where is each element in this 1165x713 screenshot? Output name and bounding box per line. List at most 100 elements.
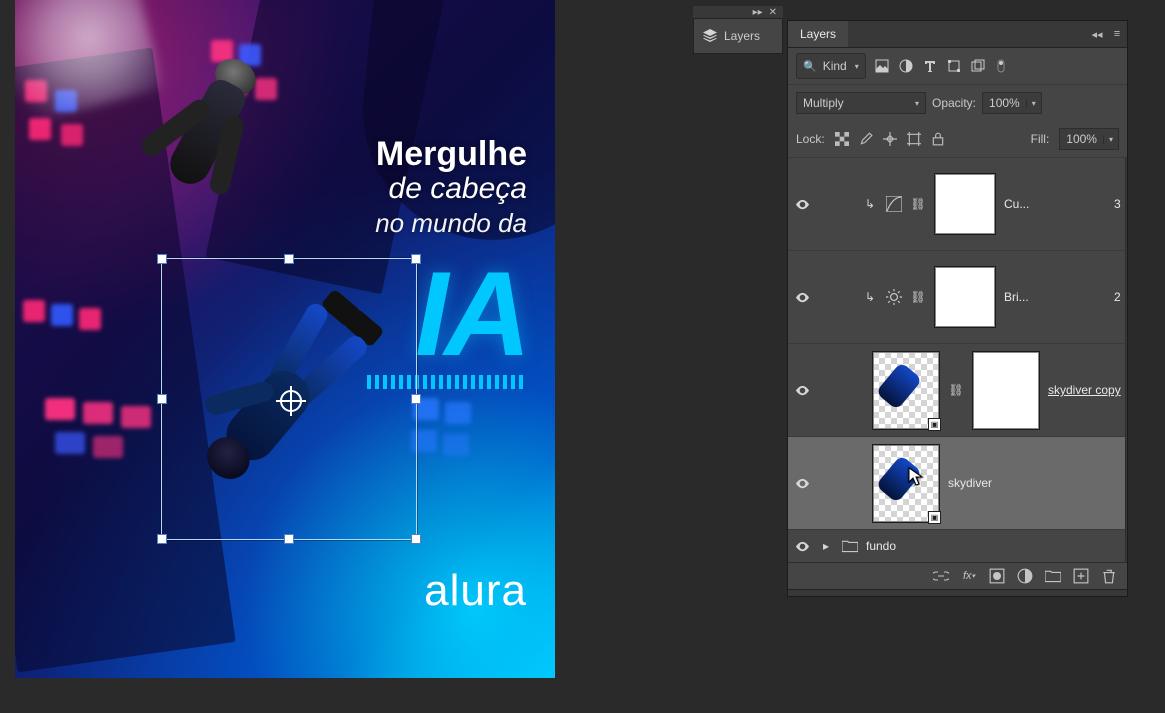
filter-kind-dropdown[interactable]: 🔍 Kind ▾	[796, 53, 866, 79]
chevron-down-icon: ▾	[915, 99, 919, 108]
search-icon: 🔍	[803, 60, 817, 73]
link-icon[interactable]: ⛓	[910, 290, 926, 304]
smart-object-badge-icon: ▣	[928, 418, 941, 431]
panel-tabs: Layers ◂◂ ≡	[788, 21, 1127, 48]
chevron-down-icon: ▾	[855, 62, 859, 71]
visibility-toggle[interactable]	[794, 539, 810, 554]
layer-row[interactable]: ▣ ⛓ skydiver copy	[788, 343, 1125, 436]
filter-type-icon[interactable]	[922, 58, 938, 74]
layer-name-label[interactable]: skydiver copy	[1048, 383, 1121, 397]
mask-thumbnail[interactable]	[934, 173, 996, 235]
opacity-label: Opacity:	[932, 96, 976, 110]
layer-name-label[interactable]: Cu...	[1004, 197, 1106, 211]
delete-layer-icon[interactable]	[1101, 568, 1117, 584]
layer-name-extra: 2	[1114, 290, 1121, 304]
opacity-input[interactable]: 100% ▾	[982, 92, 1042, 114]
lock-position-icon[interactable]	[883, 132, 897, 146]
add-adjustment-icon[interactable]	[1017, 568, 1033, 584]
visibility-toggle[interactable]	[794, 197, 810, 212]
transform-handle[interactable]	[157, 394, 167, 404]
fill-value: 100%	[1060, 132, 1103, 146]
transform-handle[interactable]	[411, 534, 421, 544]
lock-brush-icon[interactable]	[859, 132, 873, 146]
fill-label: Fill:	[1031, 132, 1050, 146]
filter-shape-icon[interactable]	[946, 58, 962, 74]
layer-group-row[interactable]: ▸ fundo	[788, 529, 1125, 562]
layer-name-label[interactable]: Bri...	[1004, 290, 1106, 304]
layers-panel: Layers ◂◂ ≡ 🔍 Kind ▾ Multiply ▾	[787, 20, 1128, 597]
layer-row[interactable]: ↳ ⛓ Bri... 2	[788, 250, 1125, 343]
layer-fx-icon[interactable]: fx▾	[961, 568, 977, 584]
folder-icon	[842, 539, 858, 553]
layer-scrollbar[interactable]	[1125, 157, 1127, 562]
transform-handle[interactable]	[284, 534, 294, 544]
filter-kind-label: Kind	[823, 59, 847, 73]
lock-all-icon[interactable]	[931, 132, 945, 146]
opacity-value: 100%	[983, 96, 1026, 110]
layer-row-active[interactable]: ▣ skydiver	[788, 436, 1125, 529]
brand-logo-text: alura	[424, 566, 527, 616]
disclosure-triangle-icon[interactable]: ▸	[818, 539, 834, 553]
brightness-adjustment-icon	[886, 289, 902, 305]
lock-row: Lock: Fill: 100% ▾	[788, 121, 1127, 157]
visibility-toggle[interactable]	[794, 476, 810, 491]
lock-label: Lock:	[796, 132, 825, 146]
layer-thumbnail[interactable]: ▣	[872, 444, 940, 523]
link-icon[interactable]: ⛓	[948, 383, 964, 397]
transform-handle[interactable]	[157, 534, 167, 544]
panel-collapse-icon[interactable]: ◂◂	[1087, 21, 1107, 47]
chevron-down-icon[interactable]: ▾	[1026, 99, 1041, 108]
panel-menu-icon[interactable]: ≡	[1107, 21, 1127, 47]
headline-line2: de cabeça	[389, 172, 527, 206]
transform-handle[interactable]	[411, 254, 421, 264]
link-layers-icon[interactable]	[933, 568, 949, 584]
filter-toggle-switch[interactable]	[994, 58, 1010, 74]
app-stage: Mergulhe de cabeça no mundo da IA alura …	[0, 0, 1165, 713]
document-canvas[interactable]: Mergulhe de cabeça no mundo da IA alura	[15, 0, 555, 678]
layer-name-label[interactable]: skydiver	[948, 476, 1121, 490]
layer-list: ↳ ⛓ Cu... 3 ↳ ⛓ Bri... 2	[788, 157, 1125, 562]
panel-footer: fx▾	[788, 562, 1127, 589]
filter-smartobject-icon[interactable]	[970, 58, 986, 74]
transform-pivot[interactable]	[280, 390, 302, 412]
filter-adjustment-icon[interactable]	[898, 58, 914, 74]
new-group-icon[interactable]	[1045, 568, 1061, 584]
transform-handle[interactable]	[157, 254, 167, 264]
clip-indicator-icon: ↳	[862, 197, 878, 211]
clip-indicator-icon: ↳	[862, 290, 878, 304]
mask-thumbnail[interactable]	[972, 351, 1040, 430]
chevron-down-icon[interactable]: ▾	[1103, 135, 1118, 144]
layer-filter-row: 🔍 Kind ▾	[788, 48, 1127, 84]
collapsed-tab-titlebar[interactable]: ▸▸ ✕	[693, 6, 783, 19]
visibility-toggle[interactable]	[794, 290, 810, 305]
layer-name-label[interactable]: fundo	[866, 539, 1121, 553]
curves-adjustment-icon	[886, 196, 902, 212]
transform-bounding-box[interactable]	[161, 258, 417, 540]
visibility-toggle[interactable]	[794, 383, 810, 398]
layer-thumbnail[interactable]: ▣	[872, 351, 940, 430]
blend-mode-value: Multiply	[803, 96, 844, 110]
close-icon[interactable]: ✕	[769, 7, 777, 18]
blend-mode-dropdown[interactable]: Multiply ▾	[796, 92, 926, 114]
mask-thumbnail[interactable]	[934, 266, 996, 328]
panel-resize-bar[interactable]	[788, 589, 1127, 596]
lock-artboard-icon[interactable]	[907, 132, 921, 146]
transform-handle[interactable]	[284, 254, 294, 264]
collapsed-tab-body[interactable]: Layers	[693, 19, 783, 54]
layer-name-extra: 3	[1114, 197, 1121, 211]
link-icon[interactable]: ⛓	[910, 197, 926, 211]
new-layer-icon[interactable]	[1073, 568, 1089, 584]
transform-handle[interactable]	[411, 394, 421, 404]
headline-line1: Mergulhe	[376, 135, 527, 174]
layer-row[interactable]: ↳ ⛓ Cu... 3	[788, 157, 1125, 250]
add-mask-icon[interactable]	[989, 568, 1005, 584]
smart-object-badge-icon: ▣	[928, 511, 941, 524]
blend-mode-row: Multiply ▾ Opacity: 100% ▾	[788, 84, 1127, 121]
tab-layers[interactable]: Layers	[788, 21, 848, 47]
fill-input[interactable]: 100% ▾	[1059, 128, 1119, 150]
filter-pixel-icon[interactable]	[874, 58, 890, 74]
collapsed-layers-tab: ▸▸ ✕ Layers	[693, 6, 783, 54]
lock-transparency-icon[interactable]	[835, 132, 849, 146]
headline-big: IA	[415, 245, 527, 383]
collapse-icon[interactable]: ▸▸	[753, 7, 763, 18]
